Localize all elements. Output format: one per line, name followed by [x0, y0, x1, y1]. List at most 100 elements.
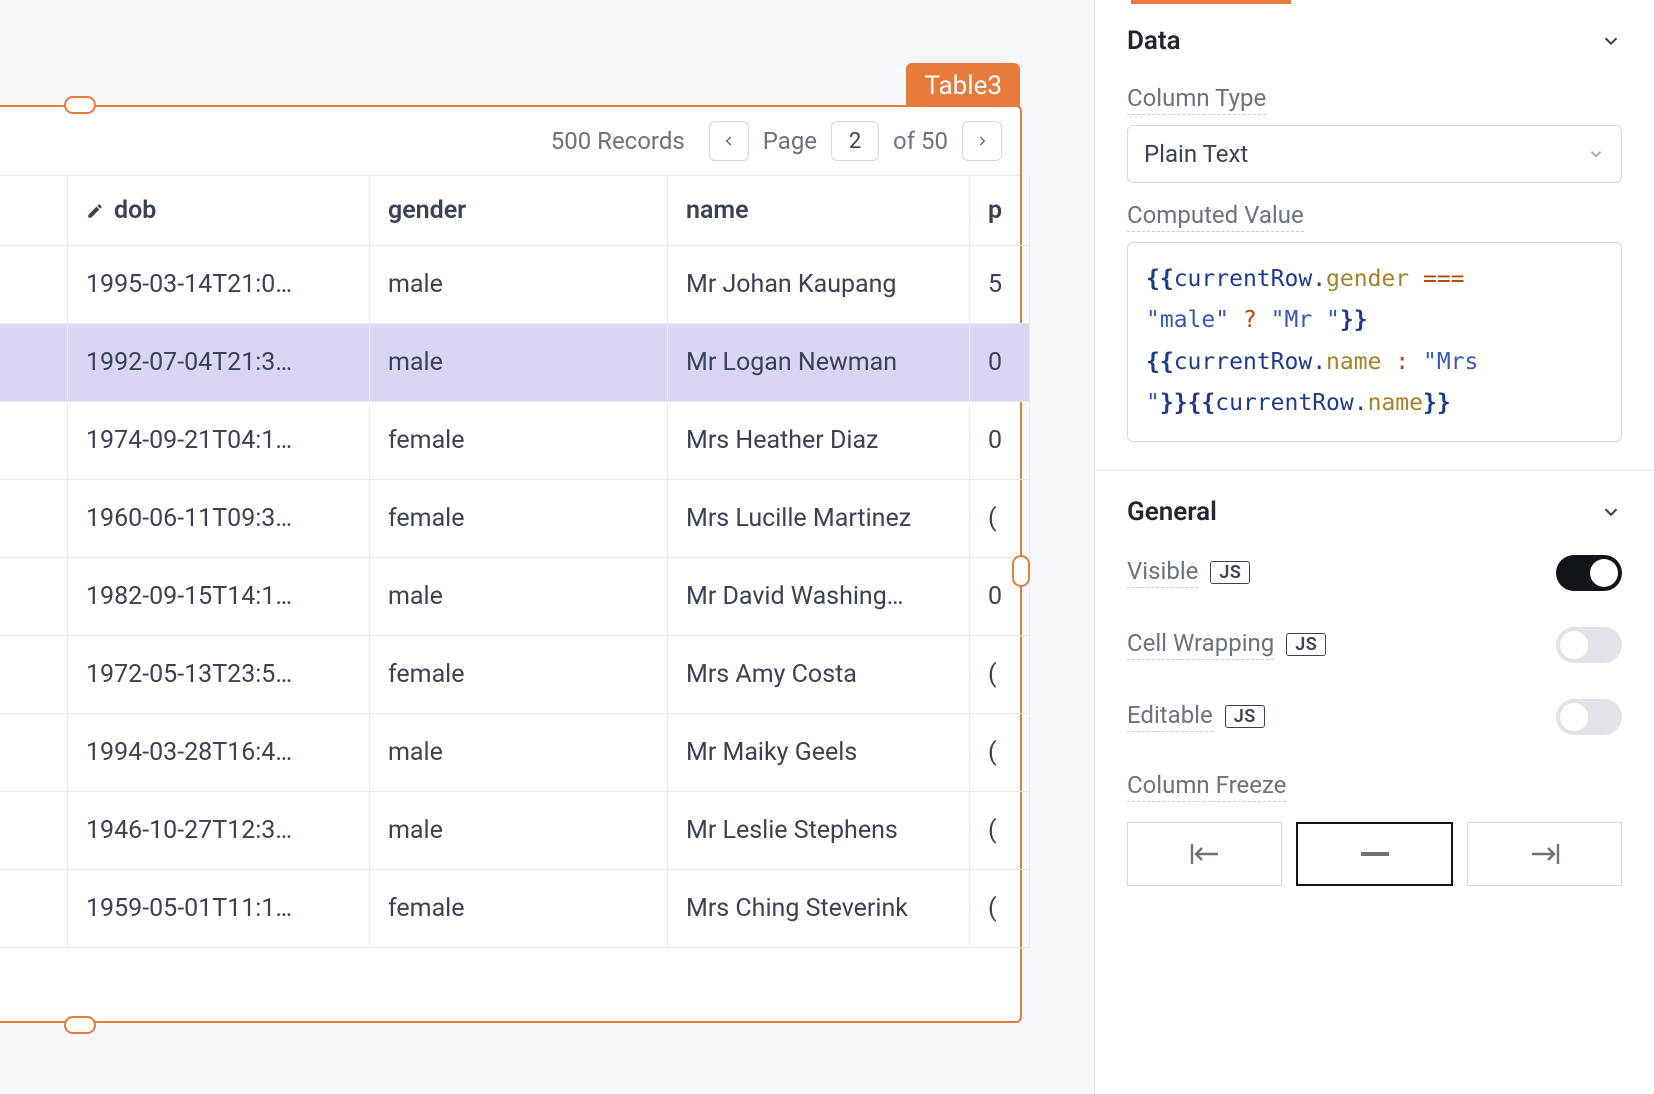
minus-icon — [1361, 852, 1389, 856]
column-header-label: dob — [114, 196, 156, 225]
editable-label: Editable — [1127, 701, 1213, 732]
cell-name[interactable]: Mr David Washing… — [668, 558, 970, 636]
cell-dob[interactable]: 1946-10-27T12:3… — [68, 792, 370, 870]
computed-value-editor[interactable]: {{currentRow.gender === "male" ? "Mr "}}… — [1127, 242, 1622, 442]
column-header-label: p — [988, 196, 1002, 225]
cell-wrapping-label: Cell Wrapping — [1127, 629, 1274, 660]
cell-gender[interactable]: male — [370, 792, 668, 870]
cell-dob[interactable]: 1974-09-21T04:1… — [68, 402, 370, 480]
js-badge[interactable]: JS — [1225, 705, 1265, 728]
js-badge[interactable]: JS — [1286, 633, 1326, 656]
column-header-label: name — [686, 196, 749, 225]
row-lead[interactable] — [0, 870, 68, 948]
row-lead[interactable] — [0, 480, 68, 558]
widget-tag[interactable]: Table3 — [906, 63, 1020, 109]
cell-p[interactable]: ( — [970, 870, 1030, 948]
prop-editable: Editable JS — [1127, 681, 1622, 753]
column-type-value: Plain Text — [1144, 140, 1248, 168]
cell-name[interactable]: Mr Logan Newman — [668, 324, 970, 402]
section-general-header[interactable]: General — [1127, 471, 1622, 537]
table-grid: dobgendernamep1995-03-14T21:0…maleMr Joh… — [0, 176, 1020, 948]
pencil-icon — [86, 202, 104, 220]
freeze-left-button[interactable] — [1127, 822, 1282, 886]
row-lead[interactable] — [0, 714, 68, 792]
resize-handle-top[interactable] — [64, 96, 96, 114]
cell-p[interactable]: 0 — [970, 402, 1030, 480]
cell-p[interactable]: ( — [970, 636, 1030, 714]
visible-label: Visible — [1127, 557, 1198, 588]
cell-name[interactable]: Mrs Lucille Martinez — [668, 480, 970, 558]
table-pager: 500 Records Page of 50 — [0, 107, 1020, 176]
cell-gender[interactable]: female — [370, 480, 668, 558]
row-lead[interactable] — [0, 402, 68, 480]
computed-value-label: Computed Value — [1127, 201, 1304, 232]
column-type-select[interactable]: Plain Text — [1127, 125, 1622, 183]
row-lead[interactable] — [0, 246, 68, 324]
cell-name[interactable]: Mr Maiky Geels — [668, 714, 970, 792]
row-header-blank — [0, 176, 68, 246]
cell-dob[interactable]: 1994-03-28T16:4… — [68, 714, 370, 792]
row-lead[interactable] — [0, 636, 68, 714]
column-header-label: gender — [388, 196, 466, 225]
cell-name[interactable]: Mrs Ching Steverink — [668, 870, 970, 948]
js-badge[interactable]: JS — [1210, 561, 1250, 584]
resize-handle-bottom[interactable] — [64, 1016, 96, 1034]
records-count: 500 Records — [551, 127, 685, 155]
cell-dob[interactable]: 1972-05-13T23:5… — [68, 636, 370, 714]
active-tab-indicator — [1095, 0, 1654, 6]
chevron-down-icon — [1600, 30, 1622, 52]
editable-toggle[interactable] — [1556, 699, 1622, 735]
cell-wrapping-toggle[interactable] — [1556, 627, 1622, 663]
chevron-down-icon — [1600, 501, 1622, 523]
prop-visible: Visible JS — [1127, 537, 1622, 609]
column-type-label: Column Type — [1127, 84, 1266, 115]
cell-name[interactable]: Mrs Heather Diaz — [668, 402, 970, 480]
cell-dob[interactable]: 1959-05-01T11:1… — [68, 870, 370, 948]
property-panel: Data Column Type Plain Text Computed Val… — [1094, 0, 1654, 1094]
cell-dob[interactable]: 1992-07-04T21:3… — [68, 324, 370, 402]
cell-gender[interactable]: male — [370, 714, 668, 792]
cell-dob[interactable]: 1995-03-14T21:0… — [68, 246, 370, 324]
chevron-down-icon — [1587, 145, 1605, 163]
prev-page-button[interactable] — [709, 121, 749, 161]
cell-gender[interactable]: female — [370, 402, 668, 480]
cell-p[interactable]: ( — [970, 714, 1030, 792]
visible-toggle[interactable] — [1556, 555, 1622, 591]
freeze-right-button[interactable] — [1467, 822, 1622, 886]
resize-handle-right[interactable] — [1012, 555, 1030, 587]
column-header-name[interactable]: name — [668, 176, 970, 246]
page-of-label: of 50 — [893, 127, 948, 155]
row-lead[interactable] — [0, 558, 68, 636]
cell-gender[interactable]: male — [370, 558, 668, 636]
row-lead[interactable] — [0, 324, 68, 402]
section-general-title: General — [1127, 497, 1217, 527]
column-freeze-group — [1127, 822, 1622, 886]
cell-name[interactable]: Mr Leslie Stephens — [668, 792, 970, 870]
builder-canvas: Table3 500 Records Page of 50 dob gender n… — [0, 0, 1090, 1094]
column-header-dob[interactable]: dob — [68, 176, 370, 246]
column-header-gender[interactable]: gender — [370, 176, 668, 246]
section-data-header[interactable]: Data — [1127, 0, 1622, 66]
cell-name[interactable]: Mr Johan Kaupang — [668, 246, 970, 324]
table-widget[interactable]: 500 Records Page of 50 dob gender name p 199… — [0, 105, 1022, 1023]
row-lead[interactable] — [0, 792, 68, 870]
prop-cell-wrapping: Cell Wrapping JS — [1127, 609, 1622, 681]
section-data-title: Data — [1127, 26, 1181, 56]
cell-p[interactable]: 0 — [970, 324, 1030, 402]
column-header-p[interactable]: p — [970, 176, 1030, 246]
column-freeze-label: Column Freeze — [1127, 771, 1286, 802]
cell-name[interactable]: Mrs Amy Costa — [668, 636, 970, 714]
cell-dob[interactable]: 1960-06-11T09:3… — [68, 480, 370, 558]
cell-p[interactable]: 5 — [970, 246, 1030, 324]
cell-gender[interactable]: female — [370, 870, 668, 948]
cell-p[interactable]: ( — [970, 480, 1030, 558]
cell-dob[interactable]: 1982-09-15T14:1… — [68, 558, 370, 636]
cell-gender[interactable]: male — [370, 324, 668, 402]
page-label: Page — [763, 127, 817, 155]
freeze-none-button[interactable] — [1296, 822, 1453, 886]
page-input[interactable] — [831, 121, 879, 161]
cell-gender[interactable]: male — [370, 246, 668, 324]
cell-gender[interactable]: female — [370, 636, 668, 714]
next-page-button[interactable] — [962, 121, 1002, 161]
cell-p[interactable]: ( — [970, 792, 1030, 870]
